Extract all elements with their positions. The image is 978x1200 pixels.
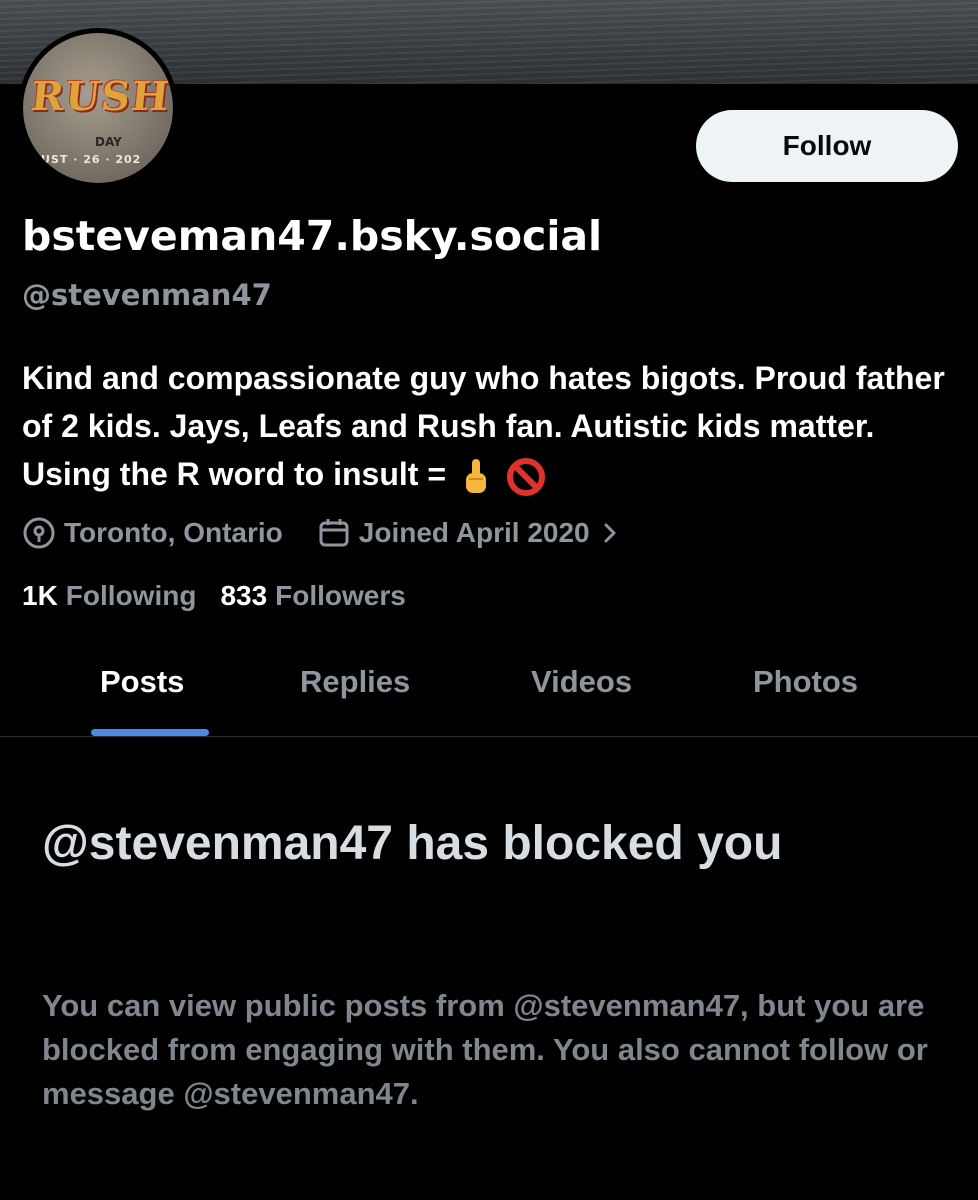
- display-name: bsteveman47.bsky.social: [22, 212, 603, 260]
- blocked-message: You can view public posts from @stevenma…: [42, 988, 928, 1111]
- middle-finger-emoji-icon: [461, 457, 491, 497]
- followers-count: 833: [220, 580, 268, 611]
- following-count: 1K: [22, 580, 58, 611]
- profile-tabs: Posts Replies Videos Photos: [0, 650, 978, 737]
- chevron-right-icon[interactable]: [600, 516, 620, 550]
- avatar-logo-text: RUSH: [28, 73, 173, 120]
- calendar-icon: [317, 516, 351, 550]
- location-pin-icon: [22, 516, 56, 550]
- blocked-title: @stevenman47 has blocked you: [42, 817, 783, 870]
- followers-label: Followers: [275, 580, 406, 611]
- following-link[interactable]: 1K Following: [22, 580, 196, 612]
- handle[interactable]: @stevenman47: [22, 278, 272, 312]
- tab-videos[interactable]: Videos: [531, 664, 632, 700]
- tab-posts[interactable]: Posts: [100, 664, 184, 700]
- tab-replies[interactable]: Replies: [300, 664, 410, 700]
- active-tab-indicator: [91, 729, 209, 736]
- follow-stats: 1K Following 833 Followers: [22, 580, 406, 612]
- following-label: Following: [65, 580, 197, 611]
- joined-date[interactable]: Joined April 2020: [359, 517, 590, 549]
- avatar-image: RUSH DAY GUST · 26 · 202: [23, 33, 173, 183]
- avatar-day-text: DAY: [95, 135, 122, 149]
- avatar-date-text: GUST · 26 · 202: [31, 153, 142, 166]
- follow-button[interactable]: Follow: [696, 110, 958, 182]
- profile-meta: Toronto, Ontario Joined April 2020: [22, 512, 628, 554]
- location-text: Toronto, Ontario: [64, 517, 283, 548]
- avatar[interactable]: RUSH DAY GUST · 26 · 202: [18, 28, 178, 188]
- bio: Kind and compassionate guy who hates big…: [22, 354, 966, 498]
- followers-link[interactable]: 833 Followers: [220, 580, 405, 612]
- prohibited-emoji-icon: [506, 457, 546, 497]
- tab-photos[interactable]: Photos: [753, 664, 858, 700]
